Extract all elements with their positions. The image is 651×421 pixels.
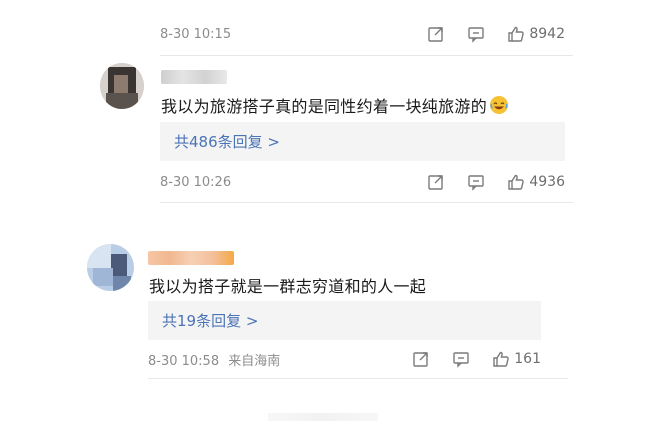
replies-label: 共486条回复 > bbox=[174, 133, 280, 151]
comment-icon[interactable] bbox=[467, 173, 485, 191]
comment-1-text: 我以为旅游搭子真的是同性约着一块纯旅游的 bbox=[161, 93, 509, 117]
like-count: 161 bbox=[514, 351, 541, 367]
comment-1-meta: 8-30 10:26 4936 bbox=[160, 171, 565, 193]
cropped-watermark bbox=[268, 413, 378, 421]
avatar[interactable] bbox=[87, 244, 134, 291]
comment-2-text: 我以为搭子就是一群志穷道和的人一起 bbox=[149, 273, 426, 297]
divider bbox=[148, 378, 568, 379]
timestamp: 8-30 10:58 bbox=[148, 353, 220, 369]
username-blurred[interactable] bbox=[161, 70, 227, 84]
comment-0-meta: 8-30 10:15 8942 bbox=[160, 23, 565, 45]
username-blurred[interactable] bbox=[148, 251, 234, 265]
like-button[interactable]: 8942 bbox=[507, 25, 565, 43]
like-count: 4936 bbox=[529, 174, 565, 190]
like-icon bbox=[508, 174, 525, 190]
like-count: 8942 bbox=[529, 26, 565, 42]
divider bbox=[160, 55, 573, 56]
view-replies-button[interactable]: 共486条回复 > bbox=[160, 122, 565, 161]
comment-icon[interactable] bbox=[467, 25, 485, 43]
comment-text: 我以为旅游搭子真的是同性约着一块纯旅游的 bbox=[161, 97, 488, 116]
comment-1-actions: 4936 bbox=[427, 171, 565, 193]
avatar[interactable] bbox=[100, 63, 144, 109]
like-button[interactable]: 161 bbox=[492, 350, 541, 368]
like-icon bbox=[508, 26, 525, 42]
laughing-emoji bbox=[489, 95, 509, 115]
comment-0-actions: 8942 bbox=[427, 23, 565, 45]
comment-2-meta: 8-30 10:58 来自海南 161 bbox=[148, 348, 541, 370]
share-icon[interactable] bbox=[412, 350, 430, 368]
replies-label: 共19条回复 > bbox=[162, 312, 259, 330]
comment-text: 我以为搭子就是一群志穷道和的人一起 bbox=[149, 277, 427, 296]
location-label: 来自海南 bbox=[228, 353, 281, 369]
divider bbox=[160, 202, 573, 203]
share-icon[interactable] bbox=[427, 173, 445, 191]
like-icon bbox=[493, 351, 510, 367]
comment-2-actions: 161 bbox=[412, 348, 541, 370]
comment-icon[interactable] bbox=[452, 350, 470, 368]
like-button[interactable]: 4936 bbox=[507, 173, 565, 191]
view-replies-button[interactable]: 共19条回复 > bbox=[148, 301, 541, 340]
share-icon[interactable] bbox=[427, 25, 445, 43]
